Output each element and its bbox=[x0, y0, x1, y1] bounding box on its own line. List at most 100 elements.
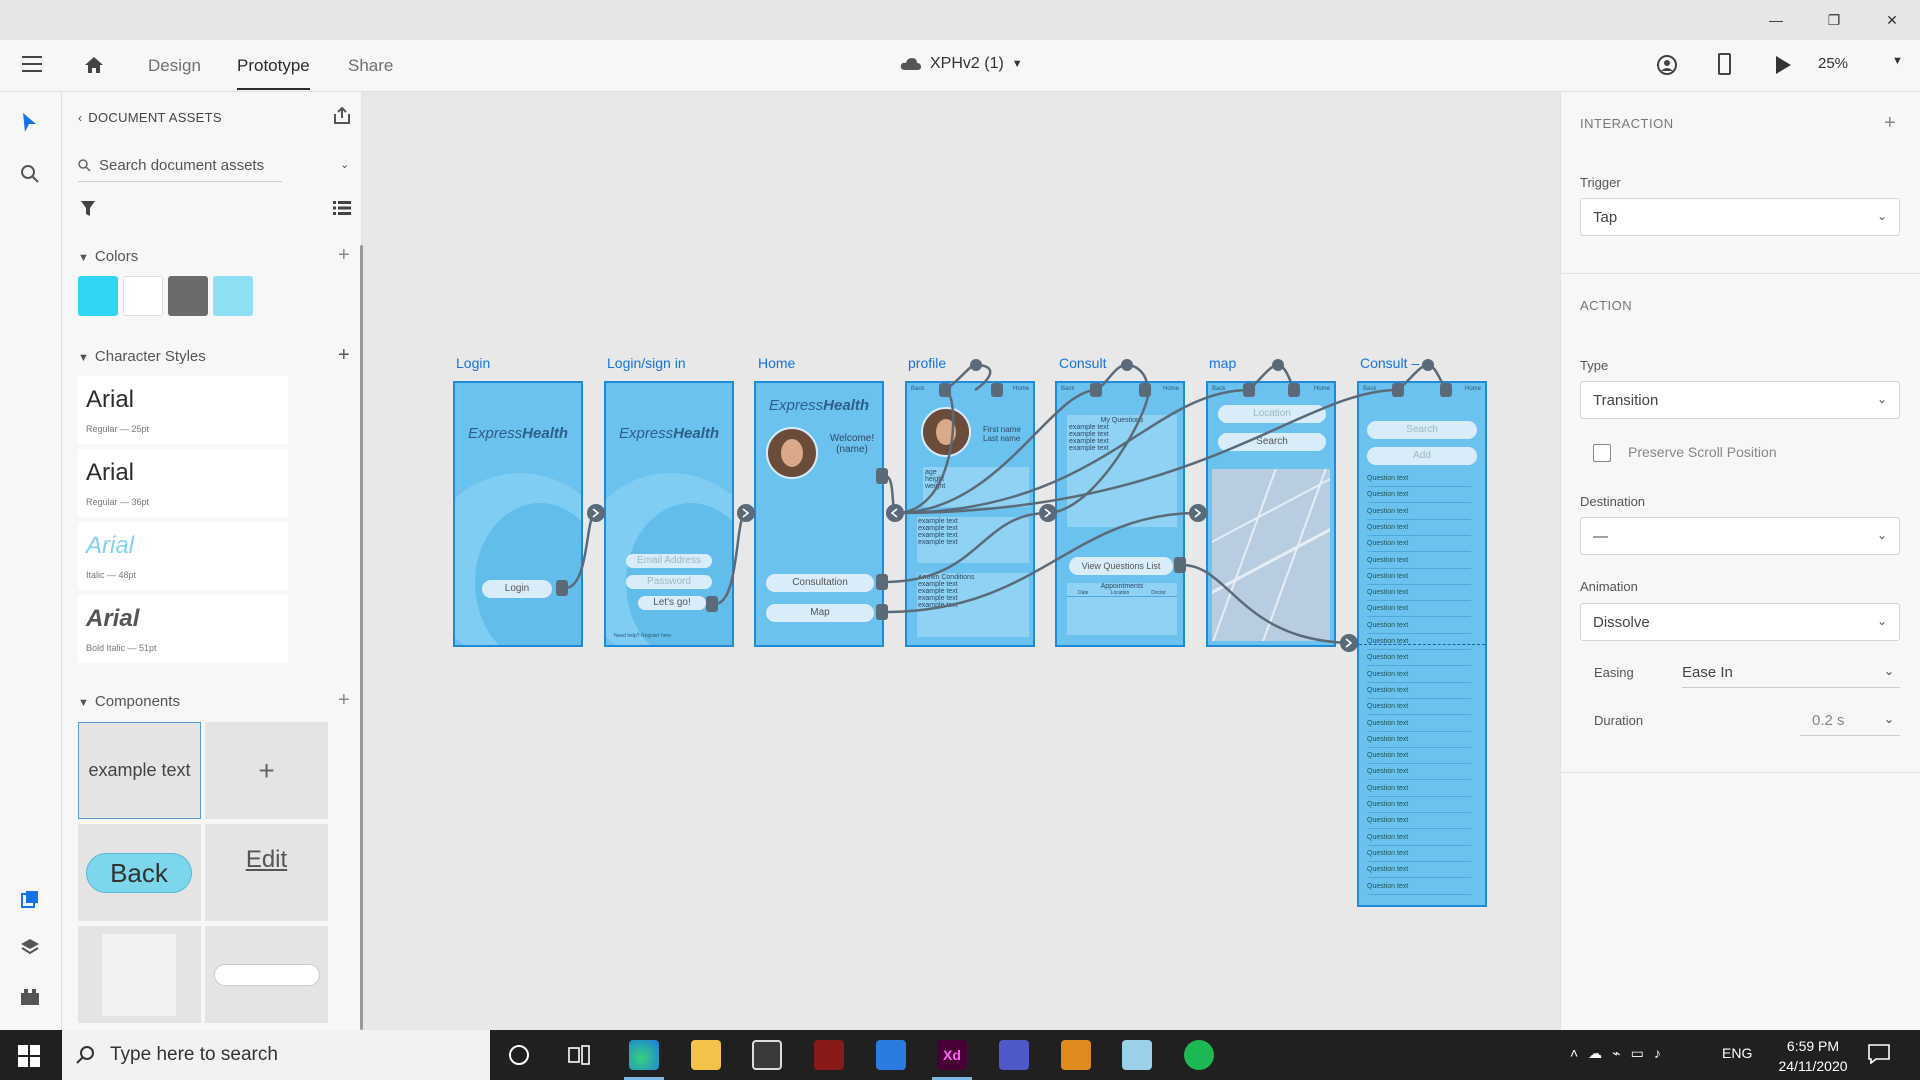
question-list-item[interactable]: Question text bbox=[1367, 801, 1471, 813]
component-card[interactable] bbox=[78, 926, 201, 1023]
view-questions-button[interactable]: View Questions List bbox=[1069, 557, 1173, 575]
question-list-item[interactable]: Question text bbox=[1367, 850, 1471, 862]
easing-select[interactable]: Ease In ⌄ bbox=[1682, 658, 1900, 688]
tab-prototype[interactable]: Prototype bbox=[237, 56, 310, 90]
windows-start-icon[interactable] bbox=[18, 1045, 40, 1067]
home-link[interactable]: Home bbox=[1465, 386, 1481, 392]
component-plus[interactable]: + bbox=[205, 722, 328, 819]
question-list-item[interactable]: Question text bbox=[1367, 671, 1471, 683]
artboard-label-login[interactable]: Login bbox=[456, 355, 490, 371]
home-link[interactable]: Home bbox=[1013, 386, 1029, 392]
home-link[interactable]: Home bbox=[1163, 386, 1179, 392]
add-interaction-icon[interactable]: + bbox=[1884, 113, 1896, 133]
artboard-map[interactable]: Back Home Location Search bbox=[1206, 381, 1336, 647]
back-link[interactable]: Back bbox=[1363, 386, 1376, 392]
lets-go-button[interactable]: Let's go! bbox=[638, 596, 706, 610]
file-explorer-icon[interactable] bbox=[691, 1040, 721, 1070]
list-view-icon[interactable] bbox=[333, 200, 351, 216]
animation-select[interactable]: Dissolve ⌄ bbox=[1580, 603, 1900, 641]
question-list-item[interactable]: Question text bbox=[1367, 573, 1471, 585]
clock[interactable]: 6:59 PM 24/11/2020 bbox=[1768, 1036, 1858, 1076]
artboard-home[interactable]: ExpressHealth Welcome! (name) Consultatio… bbox=[754, 381, 884, 647]
back-link[interactable]: Back bbox=[1212, 386, 1225, 392]
game-app-icon[interactable] bbox=[814, 1040, 844, 1070]
question-list-item[interactable]: Question text bbox=[1367, 866, 1471, 879]
artboard-label-consult[interactable]: Consult bbox=[1059, 355, 1106, 371]
destination-select[interactable]: — ⌄ bbox=[1580, 517, 1900, 555]
consultation-button[interactable]: Consultation bbox=[766, 574, 874, 592]
back-link[interactable]: Back bbox=[911, 386, 924, 392]
location-field[interactable]: Location bbox=[1218, 405, 1326, 423]
colors-section-header[interactable]: ▼ Colors bbox=[78, 248, 138, 265]
cortana-icon[interactable] bbox=[509, 1045, 529, 1065]
add-question-button[interactable]: Add bbox=[1367, 447, 1477, 465]
question-list-item[interactable]: Question text bbox=[1367, 605, 1471, 618]
artboard-label-map[interactable]: map bbox=[1209, 355, 1236, 371]
question-list-item[interactable]: Question text bbox=[1367, 883, 1471, 895]
artboard-question-list[interactable]: Back Home Search Add Question text Questi… bbox=[1357, 381, 1487, 907]
color-swatch-gray[interactable] bbox=[168, 276, 208, 316]
artboard-label-signin[interactable]: Login/sign in bbox=[607, 355, 686, 371]
tab-design[interactable]: Design bbox=[148, 56, 201, 76]
layers-icon[interactable] bbox=[20, 938, 40, 956]
artboard-profile[interactable]: Back Home First name Last name age height w… bbox=[905, 381, 1035, 647]
question-list-item[interactable]: Question text bbox=[1367, 703, 1471, 716]
question-list-item[interactable]: Question text bbox=[1367, 752, 1471, 765]
question-list-item[interactable]: Question text bbox=[1367, 557, 1471, 569]
chevron-down-icon[interactable]: ⌄ bbox=[340, 158, 349, 171]
trigger-select[interactable]: Tap ⌄ bbox=[1580, 198, 1900, 236]
login-button[interactable]: Login bbox=[482, 580, 552, 598]
back-link[interactable]: Back bbox=[1061, 386, 1074, 392]
sublime-text-icon[interactable] bbox=[1061, 1040, 1091, 1070]
language-indicator[interactable]: ENG bbox=[1722, 1045, 1752, 1061]
components-header[interactable]: ▼ Components bbox=[78, 693, 180, 710]
teams-icon[interactable] bbox=[999, 1040, 1029, 1070]
export-icon[interactable] bbox=[333, 107, 351, 125]
color-swatch-white[interactable] bbox=[123, 276, 163, 316]
component-back-button[interactable]: Back bbox=[78, 824, 201, 921]
home-icon[interactable] bbox=[83, 54, 105, 76]
question-list-item[interactable]: Question text bbox=[1367, 687, 1471, 699]
map-button[interactable]: Map bbox=[766, 604, 874, 622]
question-list-item[interactable]: Question text bbox=[1367, 540, 1471, 553]
filter-icon[interactable] bbox=[80, 200, 96, 218]
minimize-button[interactable]: — bbox=[1748, 0, 1804, 40]
chevron-left-icon[interactable]: ‹ bbox=[78, 111, 82, 125]
task-view-icon[interactable] bbox=[568, 1045, 590, 1065]
map-search-button[interactable]: Search bbox=[1218, 433, 1326, 451]
artboard-login[interactable]: ExpressHealth Login bbox=[453, 381, 583, 647]
notifications-icon[interactable] bbox=[1868, 1044, 1890, 1064]
add-character-style-icon[interactable]: + bbox=[338, 345, 350, 365]
color-swatch-cyan[interactable] bbox=[78, 276, 118, 316]
color-swatch-light-blue[interactable] bbox=[213, 276, 253, 316]
assets-header[interactable]: ‹ DOCUMENT ASSETS bbox=[78, 110, 222, 125]
component-input[interactable] bbox=[205, 926, 328, 1023]
play-icon[interactable] bbox=[1774, 55, 1792, 75]
question-list-item[interactable]: Question text bbox=[1367, 720, 1471, 732]
question-list-item[interactable]: Question text bbox=[1367, 834, 1471, 846]
question-list-item[interactable]: Question text bbox=[1367, 768, 1471, 781]
adobe-xd-icon[interactable]: Xd bbox=[937, 1040, 967, 1070]
search-input[interactable]: Search document assets bbox=[99, 157, 264, 174]
add-color-icon[interactable]: + bbox=[338, 245, 350, 265]
duration-select[interactable]: 0.2 s ⌄ bbox=[1800, 706, 1900, 736]
question-list-item[interactable]: Question text bbox=[1367, 475, 1471, 487]
store-icon[interactable] bbox=[752, 1040, 782, 1070]
hamburger-menu-icon[interactable] bbox=[22, 56, 42, 72]
select-tool-icon[interactable] bbox=[20, 112, 38, 134]
question-list-item[interactable]: Question text bbox=[1367, 817, 1471, 830]
question-list-item[interactable]: Question text bbox=[1367, 785, 1471, 797]
home-link[interactable]: Home bbox=[1314, 386, 1330, 392]
character-style-item[interactable]: Arial Italic — 48pt bbox=[78, 522, 288, 590]
question-list-item[interactable]: Question text bbox=[1367, 491, 1471, 504]
assets-icon[interactable] bbox=[21, 890, 39, 908]
question-list-item[interactable]: Question text bbox=[1367, 589, 1471, 602]
tab-share[interactable]: Share bbox=[348, 56, 393, 76]
question-list-item[interactable]: Question text bbox=[1367, 736, 1471, 748]
character-styles-header[interactable]: ▼ Character Styles bbox=[78, 348, 206, 365]
close-button[interactable]: ✕ bbox=[1864, 0, 1920, 40]
device-preview-icon[interactable] bbox=[1718, 53, 1731, 75]
assets-search[interactable]: Search document assets bbox=[78, 150, 282, 182]
add-component-icon[interactable]: + bbox=[338, 690, 350, 710]
artboard-label-profile[interactable]: profile bbox=[908, 355, 946, 371]
